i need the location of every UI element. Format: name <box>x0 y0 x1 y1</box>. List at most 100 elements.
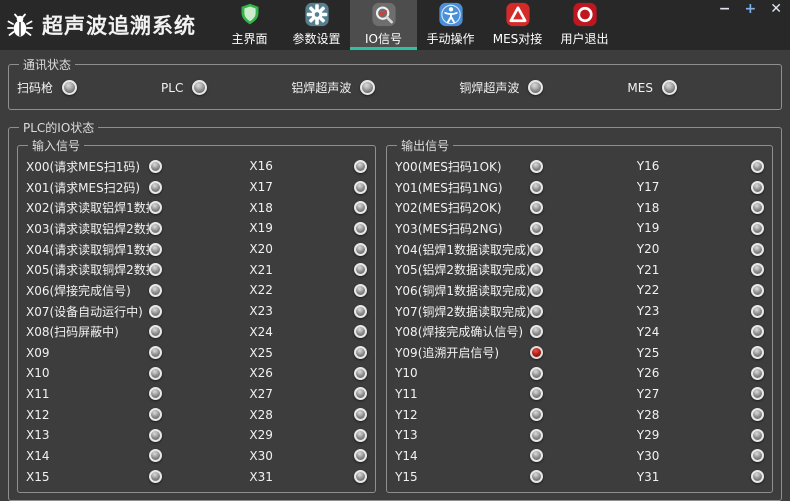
led-indicator <box>149 387 162 400</box>
io-signal-label: Y11 <box>395 387 418 401</box>
tab-main[interactable]: 主界面 <box>216 0 283 50</box>
led-indicator <box>149 222 162 235</box>
io-signal-label: X05(请求读取铜焊2数据) <box>26 261 149 278</box>
io-signal-label: X03(请求读取铝焊2数据) <box>26 220 149 237</box>
led-indicator <box>751 305 764 318</box>
io-wrap: 输入信号 X00(请求MES扫1码)X01(请求MES扫2码)X02(请求读取铝… <box>17 136 773 495</box>
led-indicator <box>530 367 543 380</box>
close-button[interactable]: ✕ <box>770 2 782 16</box>
led-indicator <box>149 263 162 276</box>
io-signal-row: X02(请求读取铝焊1数据) <box>26 197 162 218</box>
led-indicator <box>530 160 543 173</box>
io-signal-label: X28 <box>249 408 273 422</box>
io-signal-label: Y08(焊接完成确认信号) <box>395 323 523 340</box>
led-indicator <box>354 284 367 297</box>
io-signal-row: Y20 <box>637 239 764 260</box>
led-indicator <box>530 325 543 338</box>
io-signal-label: Y07(铜焊2数据读取完成) <box>395 303 530 320</box>
comm-item-copper-ultrasonic: 铜焊超声波 <box>459 79 543 96</box>
io-signal-row: Y11 <box>395 384 543 405</box>
minimize-button[interactable]: − <box>719 2 731 16</box>
led-indicator <box>530 387 543 400</box>
magnifier-check-icon <box>370 2 398 27</box>
led-indicator <box>354 243 367 256</box>
comm-item-plc: PLC <box>161 80 207 95</box>
io-signal-row: X22 <box>249 280 367 301</box>
io-signal-label: Y29 <box>637 428 660 442</box>
io-signal-label: X12 <box>26 408 50 422</box>
led-indicator <box>354 367 367 380</box>
io-signal-row: X20 <box>249 239 367 260</box>
led-indicator <box>530 243 543 256</box>
led-indicator <box>530 305 543 318</box>
io-signal-label: X29 <box>249 428 273 442</box>
io-signal-label: X27 <box>249 387 273 401</box>
io-signal-label: X07(设备自动运行中) <box>26 303 143 320</box>
tab-manual[interactable]: 手动操作 <box>417 0 484 50</box>
io-signal-label: Y05(铝焊2数据读取完成) <box>395 261 530 278</box>
led-indicator <box>192 80 207 95</box>
io-signal-label: Y13 <box>395 428 418 442</box>
led-indicator <box>530 284 543 297</box>
io-signal-row: X12 <box>26 404 162 425</box>
io-signal-row: X25 <box>249 342 367 363</box>
io-signal-label: Y04(铝焊1数据读取完成) <box>395 241 530 258</box>
plc-io-status-group: PLC的IO状态 输入信号 X00(请求MES扫1码)X01(请求MES扫2码)… <box>8 119 782 501</box>
comm-status-group: 通讯状态 扫码枪 PLC 铝焊超声波 铜焊超声波 MES <box>8 56 782 110</box>
led-indicator <box>149 429 162 442</box>
io-signal-label: Y06(铜焊1数据读取完成) <box>395 282 530 299</box>
input-signal-column-2: X16X17X18X19X20X21X22X23X24X25X26X27X28X… <box>249 156 367 487</box>
tab-io-signal[interactable]: IO信号 <box>350 0 417 50</box>
io-signal-row: X26 <box>249 363 367 384</box>
io-signal-label: X09 <box>26 346 50 360</box>
led-indicator <box>530 346 543 359</box>
led-indicator <box>149 305 162 318</box>
tab-settings[interactable]: 参数设置 <box>283 0 350 50</box>
comm-item-label: 铜焊超声波 <box>459 79 519 96</box>
app-title: 超声波追溯系统 <box>42 10 196 40</box>
maximize-button[interactable]: + <box>745 2 757 16</box>
io-signal-row: X24 <box>249 322 367 343</box>
output-signal-columns: Y00(MES扫码1OK)Y01(MES扫码1NG)Y02(MES扫码2OK)Y… <box>395 154 764 487</box>
tab-mes[interactable]: MES对接 <box>484 0 551 50</box>
led-indicator <box>354 222 367 235</box>
comm-status-group-title: 通讯状态 <box>19 56 75 73</box>
accessibility-icon <box>437 2 465 27</box>
tab-mes-label: MES对接 <box>493 30 543 47</box>
comm-item-label: 铝焊超声波 <box>291 79 351 96</box>
comm-item-alu-ultrasonic: 铝焊超声波 <box>291 79 375 96</box>
io-signal-label: Y17 <box>637 180 660 194</box>
io-signal-row: X11 <box>26 384 162 405</box>
io-signal-label: Y02(MES扫码2OK) <box>395 199 501 216</box>
led-indicator <box>354 408 367 421</box>
io-signal-label: Y01(MES扫码1NG) <box>395 179 502 196</box>
io-signal-row: X27 <box>249 384 367 405</box>
io-signal-label: Y10 <box>395 366 418 380</box>
io-signal-label: Y26 <box>637 366 660 380</box>
io-signal-row: X30 <box>249 446 367 467</box>
led-indicator <box>751 160 764 173</box>
tab-exit[interactable]: 用户退出 <box>551 0 618 50</box>
io-signal-row: Y28 <box>637 404 764 425</box>
led-indicator <box>354 470 367 483</box>
led-indicator <box>751 429 764 442</box>
io-signal-label: X04(请求读取铜焊1数据) <box>26 241 149 258</box>
io-signal-label: X30 <box>249 449 273 463</box>
led-indicator <box>528 80 543 95</box>
io-signal-row: X23 <box>249 301 367 322</box>
io-signal-row: Y16 <box>637 156 764 177</box>
io-signal-label: X23 <box>249 304 273 318</box>
io-signal-row: Y18 <box>637 197 764 218</box>
io-signal-row: Y02(MES扫码2OK) <box>395 197 543 218</box>
io-signal-label: Y21 <box>637 263 660 277</box>
io-signal-label: X01(请求MES扫2码) <box>26 179 140 196</box>
io-signal-label: X21 <box>249 263 273 277</box>
io-signal-row: Y30 <box>637 446 764 467</box>
io-signal-label: X20 <box>249 242 273 256</box>
io-signal-row: X18 <box>249 197 367 218</box>
led-indicator <box>751 284 764 297</box>
led-indicator <box>354 305 367 318</box>
led-indicator <box>530 470 543 483</box>
io-signal-label: Y09(追溯开启信号) <box>395 344 499 361</box>
led-indicator <box>751 408 764 421</box>
